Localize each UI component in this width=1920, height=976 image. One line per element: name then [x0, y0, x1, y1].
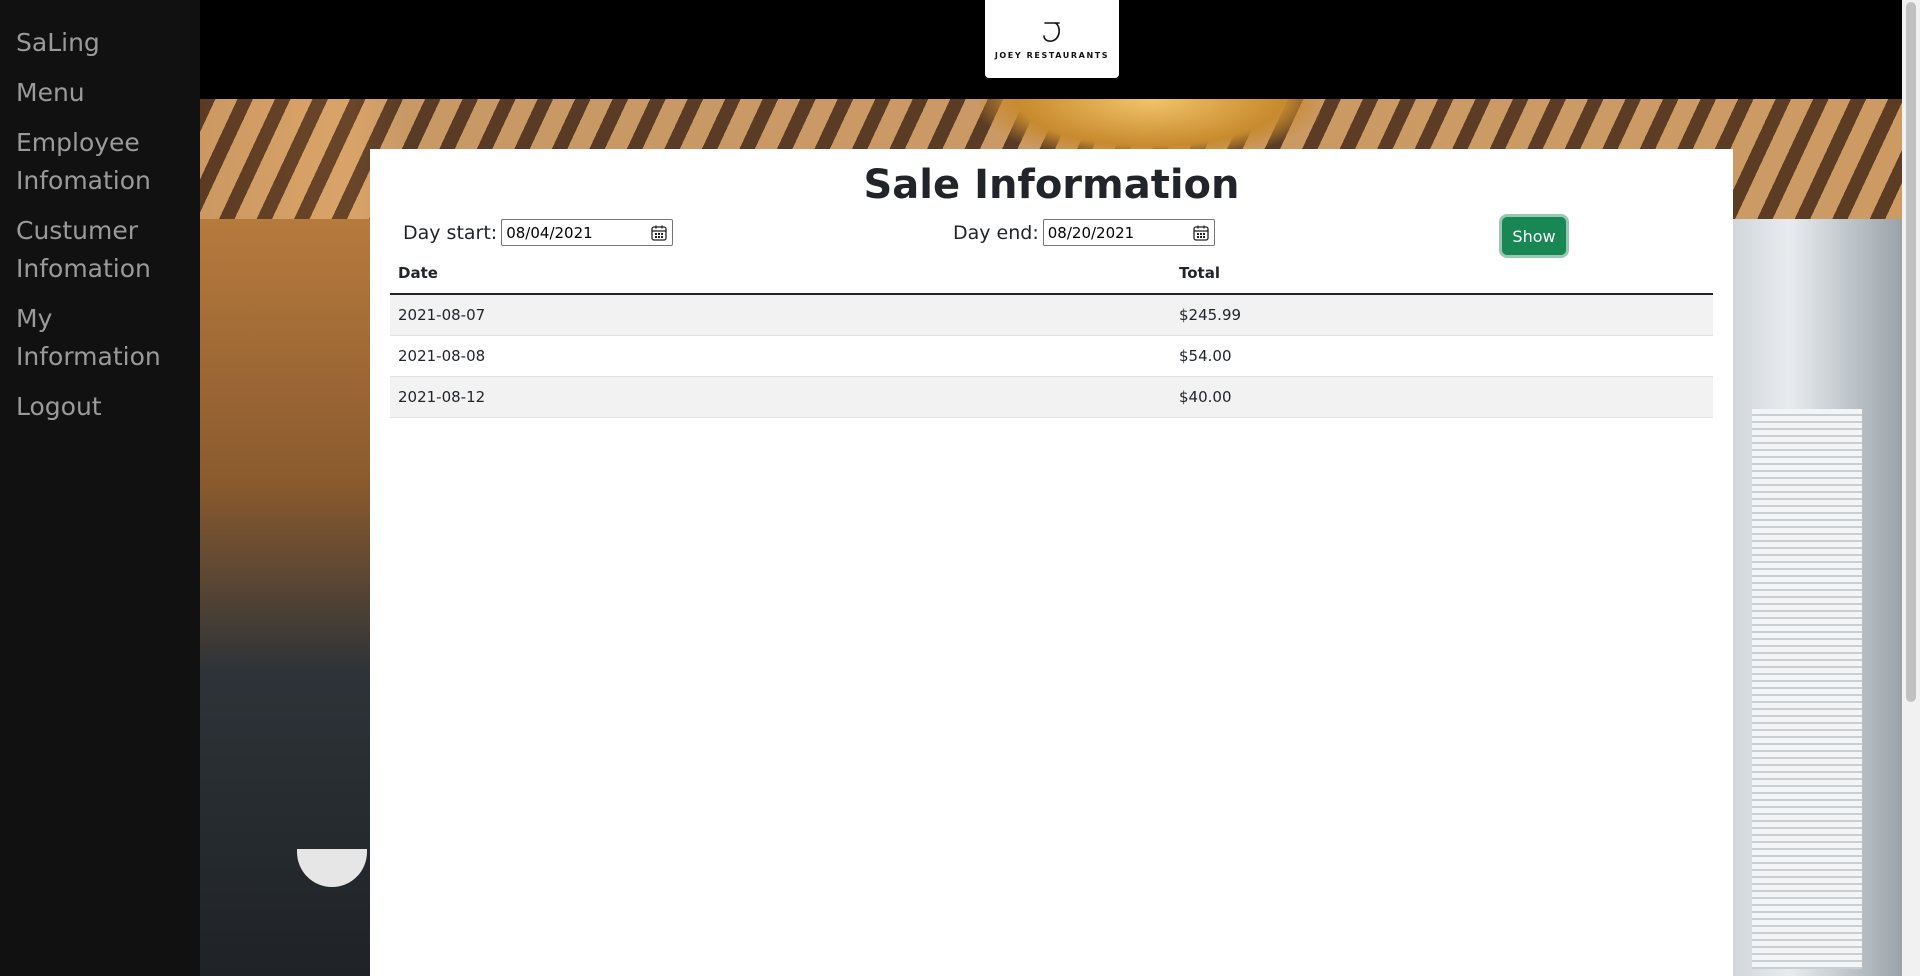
start-date-input[interactable]: 08/04/2021	[501, 219, 674, 246]
column-header-date: Date	[390, 253, 1171, 295]
table-header-row: Date Total	[390, 253, 1713, 295]
sidebar-item-menu[interactable]: Menu	[0, 74, 200, 112]
page-title: Sale Information	[863, 162, 1240, 208]
logo-text: JOEY RESTAURANTS	[994, 50, 1110, 60]
sidebar-item-my-information[interactable]: My Information	[0, 300, 200, 376]
cell-total: $54.00	[1171, 335, 1713, 377]
sidebar: SaLing Menu Employee Infomation Custumer…	[0, 0, 200, 976]
cell-total: $40.00	[1171, 376, 1713, 418]
table-row: 2021-08-08 $54.00	[390, 335, 1713, 377]
page-scrollbar[interactable]	[1902, 0, 1920, 976]
sales-table: Date Total 2021-08-07 $245.99 2021-08-08…	[390, 253, 1713, 418]
sidebar-item-saling[interactable]: SaLing	[0, 24, 200, 62]
sidebar-item-employee-information[interactable]: Employee Infomation	[0, 124, 200, 200]
joey-logo-icon	[1043, 21, 1060, 42]
table-row: 2021-08-07 $245.99	[390, 294, 1713, 336]
scrollbar-thumb[interactable]	[1906, 2, 1916, 702]
cell-date: 2021-08-12	[390, 376, 1171, 418]
top-header: JOEY RESTAURANTS	[200, 0, 1902, 99]
cell-date: 2021-08-08	[390, 335, 1171, 377]
window-blinds	[1752, 409, 1862, 969]
sidebar-item-logout[interactable]: Logout	[0, 388, 200, 426]
end-date-input[interactable]: 08/20/2021	[1042, 219, 1215, 246]
table-row: 2021-08-12 $40.00	[390, 376, 1713, 418]
show-button[interactable]: Show	[1502, 217, 1566, 255]
sale-information-card: Sale Information Day start: 08/04/2021 D…	[370, 149, 1733, 976]
calendar-icon[interactable]	[650, 224, 668, 242]
sidebar-item-customer-information[interactable]: Custumer Infomation	[0, 212, 200, 288]
end-date-label: Day end:	[953, 221, 1039, 244]
start-date-field: Day start: 08/04/2021	[403, 219, 674, 246]
cell-date: 2021-08-07	[390, 294, 1171, 336]
end-date-field: Day end: 08/20/2021	[953, 219, 1215, 246]
date-filters: Day start: 08/04/2021 Day end: 08/20/202…	[370, 213, 1733, 257]
end-date-value: 08/20/2021	[1047, 223, 1135, 242]
restaurant-logo[interactable]: JOEY RESTAURANTS	[985, 0, 1119, 78]
cell-total: $245.99	[1171, 294, 1713, 336]
column-header-total: Total	[1171, 253, 1713, 295]
start-date-value: 08/04/2021	[506, 223, 593, 242]
calendar-icon[interactable]	[1192, 224, 1210, 242]
start-date-label: Day start:	[403, 221, 498, 244]
